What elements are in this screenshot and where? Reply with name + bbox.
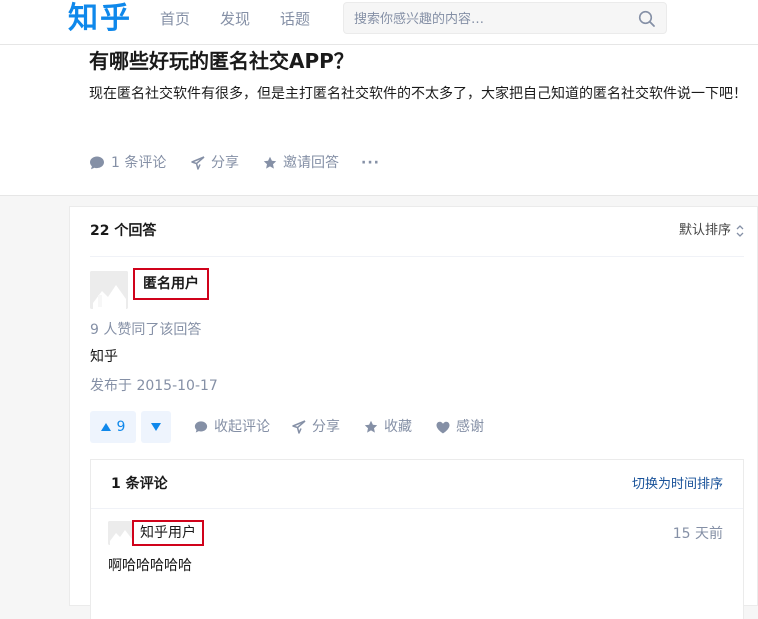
collapse-comments-label: 收起评论: [214, 419, 270, 435]
search-icon[interactable]: [638, 10, 656, 28]
star-icon: [263, 156, 277, 169]
triangle-up-icon: [100, 423, 111, 431]
author-name[interactable]: 匿名用户: [133, 268, 209, 300]
downvote-button[interactable]: [141, 411, 171, 443]
heart-icon: [436, 421, 450, 433]
answer-share-button[interactable]: 分享: [292, 417, 340, 437]
answers-card: 22 个回答 默认排序 匿名用户 9 人赞同了该回答 知乎 发布于 2015-1…: [69, 206, 758, 619]
top-navigation-bar: 知乎 首页 发现 话题: [0, 0, 758, 45]
zhihu-logo[interactable]: 知乎: [68, 1, 132, 37]
invite-answer-button[interactable]: 邀请回答: [263, 153, 339, 173]
comment-icon: [90, 156, 104, 170]
nav-explore[interactable]: 发现: [220, 10, 250, 28]
sort-dropdown[interactable]: 默认排序: [679, 222, 744, 240]
vote-summary[interactable]: 9 人赞同了该回答: [90, 321, 201, 339]
question-comments-label: 1 条评论: [111, 155, 167, 171]
question-share-label: 分享: [211, 155, 239, 171]
star-icon: [364, 420, 378, 433]
upvote-button[interactable]: 9: [90, 411, 136, 443]
answer-content: 知乎: [90, 349, 118, 365]
question-description: 现在匿名社交软件有很多，但是主打匿名社交软件的不太多了，大家把自己知道的匿名社交…: [89, 86, 747, 102]
upvote-count: 9: [116, 419, 126, 435]
nav-topics[interactable]: 话题: [280, 10, 310, 28]
commenter-avatar[interactable]: [108, 521, 132, 545]
share-icon: [191, 156, 205, 170]
comments-header: 1 条评论 切换为时间排序: [91, 460, 743, 509]
sort-by-time-link[interactable]: 切换为时间排序: [632, 476, 723, 494]
search-box: [343, 2, 667, 34]
comments-count: 1 条评论: [111, 476, 168, 492]
publish-date[interactable]: 发布于 2015-10-17: [90, 377, 218, 395]
search-input[interactable]: [354, 10, 624, 28]
default-avatar-icon: [108, 521, 132, 545]
nav-home[interactable]: 首页: [160, 10, 190, 28]
question-header: 有哪些好玩的匿名社交APP？ 现在匿名社交软件有很多，但是主打匿名社交软件的不太…: [0, 45, 758, 196]
comment-icon: [194, 421, 208, 433]
more-options-button[interactable]: ···: [361, 153, 380, 173]
sort-chevrons-icon: [736, 225, 744, 237]
comment-content: 啊哈哈哈哈哈: [108, 558, 192, 574]
commenter-name[interactable]: 知乎用户: [132, 520, 204, 546]
favorite-label: 收藏: [384, 419, 412, 435]
anonymous-avatar-icon: [90, 271, 128, 309]
collapse-comments-button[interactable]: 收起评论: [194, 417, 270, 437]
author-avatar[interactable]: [90, 271, 128, 309]
answer-share-label: 分享: [312, 419, 340, 435]
thanks-label: 感谢: [456, 419, 484, 435]
comments-panel: 1 条评论 切换为时间排序 知乎用户 15 天前 啊哈哈哈哈哈: [90, 459, 744, 619]
question-share-button[interactable]: 分享: [191, 153, 239, 173]
favorite-button[interactable]: 收藏: [364, 417, 412, 437]
share-icon: [292, 420, 306, 434]
answers-count: 22 个回答: [90, 223, 157, 239]
question-comments-button[interactable]: 1 条评论: [89, 153, 166, 173]
thanks-button[interactable]: 感谢: [436, 417, 484, 437]
invite-answer-label: 邀请回答: [283, 155, 339, 171]
answers-header: 22 个回答 默认排序: [90, 222, 744, 257]
triangle-down-icon: [151, 423, 161, 431]
question-title: 有哪些好玩的匿名社交APP？: [89, 49, 354, 73]
comment-time: 15 天前: [672, 526, 723, 542]
sort-label: 默认排序: [678, 223, 731, 238]
